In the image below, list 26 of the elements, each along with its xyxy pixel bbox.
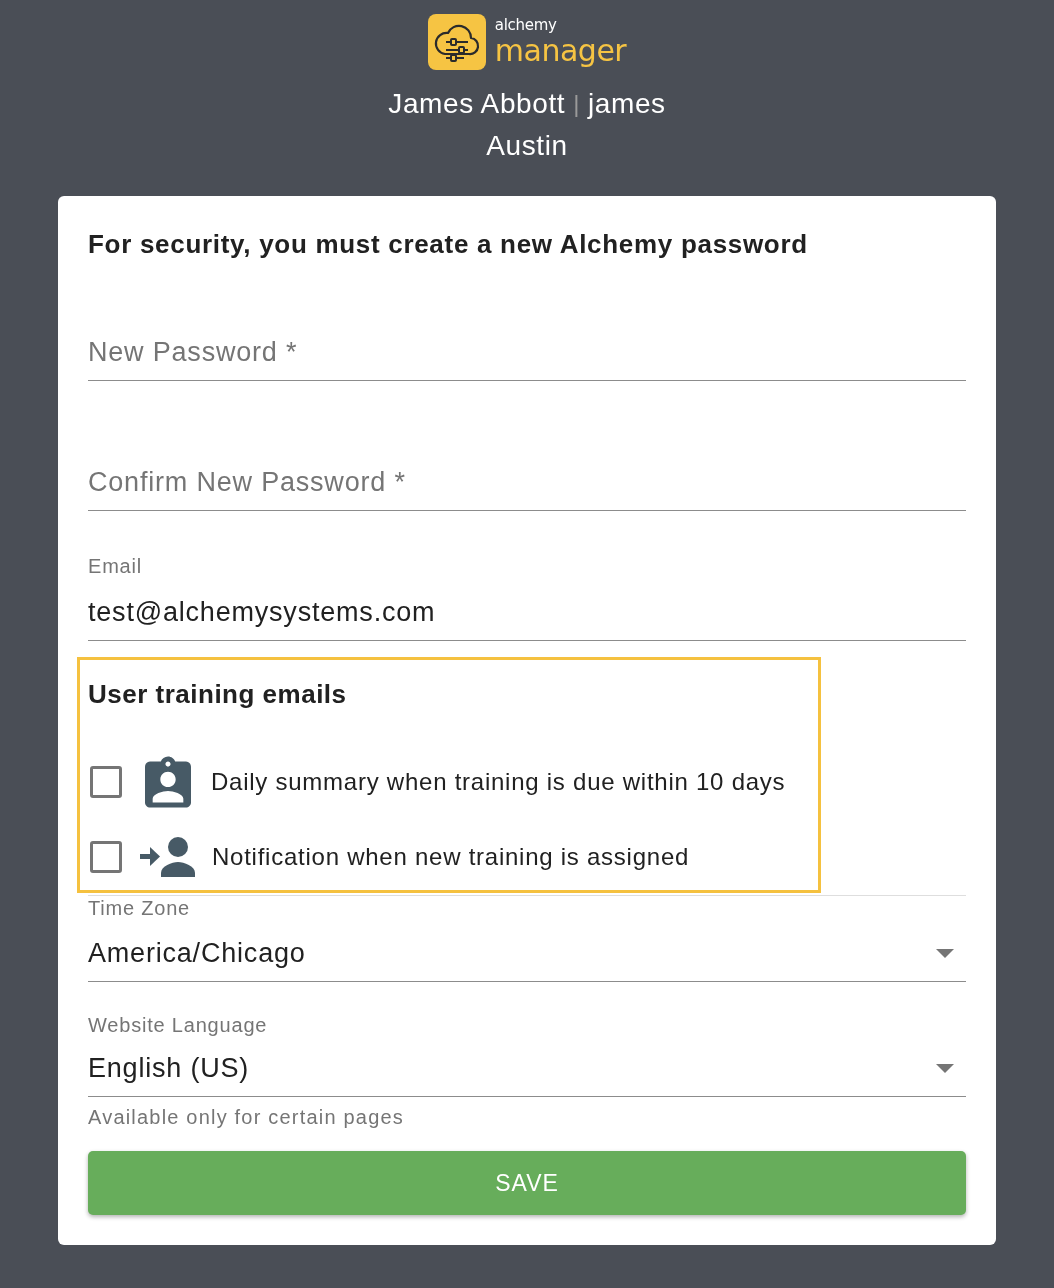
select-field[interactable]: English (US): [88, 1040, 966, 1097]
logo-product-text: manager: [494, 33, 627, 68]
caret-icon: [936, 1063, 954, 1073]
logo-brand-text: alchemy: [494, 16, 557, 34]
username: james: [588, 87, 666, 121]
email-field[interactable]: test@alchemysystems.com: [88, 584, 966, 641]
separator: |: [573, 89, 580, 119]
caret-icon: [936, 948, 954, 958]
cloud-logo-icon: [427, 14, 486, 70]
password-field[interactable]: Confirm New Password *: [88, 454, 966, 511]
form-title: For security, you must create a new Alchemy password: [88, 228, 809, 260]
password-field[interactable]: New Password *: [88, 324, 966, 381]
field-label: Website Language: [88, 1013, 269, 1037]
option-label: Daily summary when training is due within 10 days: [211, 768, 786, 796]
user-location: Austin: [486, 129, 568, 163]
helper-text: Available only for certain pages: [88, 1105, 405, 1129]
checkbox[interactable]: [90, 766, 122, 798]
field-label: Email: [88, 554, 143, 578]
checkbox[interactable]: [90, 841, 122, 873]
user-full-name: James Abbott: [388, 87, 566, 121]
clipboard-person-icon: [145, 756, 191, 808]
option-label: Notification when new training is assigned: [212, 843, 690, 871]
select-field[interactable]: America/Chicago: [88, 925, 966, 982]
section-title: User training emails: [88, 678, 348, 710]
field-label: Time Zone: [88, 896, 192, 920]
arrow-person-icon: [140, 837, 196, 877]
